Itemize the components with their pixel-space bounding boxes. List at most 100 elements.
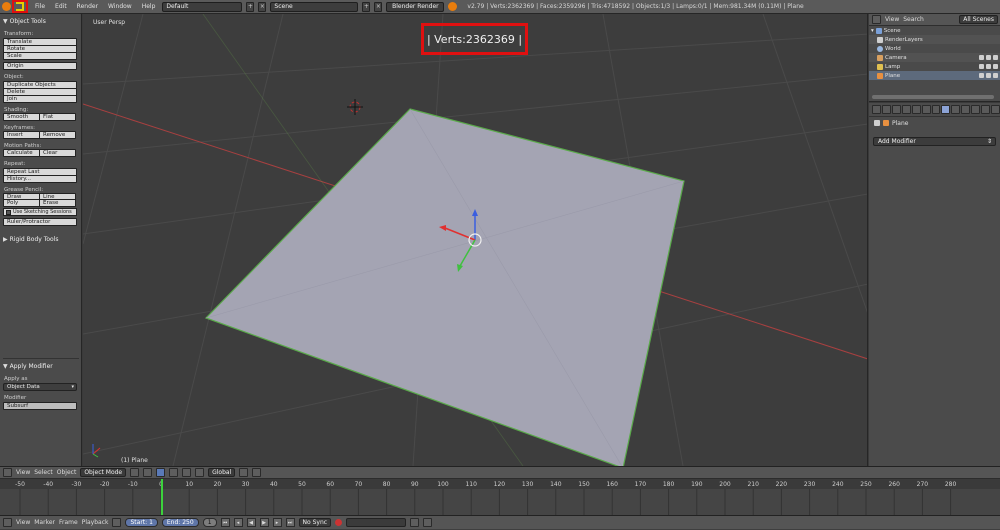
outliner-item-scene[interactable]: ▾ Scene: [869, 26, 1000, 35]
jump-end-icon[interactable]: ⏭: [285, 518, 295, 527]
ruler-protractor-button[interactable]: Ruler/Protractor: [3, 218, 77, 226]
render-engine-dropdown[interactable]: Blender Render: [386, 1, 445, 12]
viewport-canvas[interactable]: [83, 14, 868, 466]
material-tab-icon[interactable]: [961, 105, 971, 114]
translate-manipulator-icon[interactable]: [169, 468, 179, 477]
menu-edit[interactable]: Edit: [52, 3, 70, 10]
outliner-item-renderlayers[interactable]: RenderLayers: [869, 35, 1000, 44]
shading-mode-icon[interactable]: [130, 468, 140, 477]
play-reverse-icon[interactable]: ◀: [246, 518, 256, 527]
screen-layout-dropdown[interactable]: Default: [162, 1, 243, 12]
remove-scene-button[interactable]: ×: [374, 1, 383, 12]
rigid-body-panel-header[interactable]: ▶ Rigid Body Tools: [3, 234, 78, 245]
menu-file[interactable]: File: [32, 3, 48, 10]
apply-modifier-panel-header[interactable]: ▼ Apply Modifier: [3, 361, 79, 372]
timeline-scrub-area[interactable]: [0, 489, 1000, 515]
delete-keyframe-icon[interactable]: [423, 518, 433, 527]
scale-button[interactable]: Scale: [3, 52, 77, 60]
editor-type-icon[interactable]: [3, 468, 12, 477]
remove-screen-button[interactable]: ×: [258, 1, 267, 12]
remove-keyframe-button[interactable]: Remove: [39, 131, 76, 139]
insert-keyframe-icon[interactable]: [410, 518, 420, 527]
end-frame-field[interactable]: End: 250: [161, 518, 199, 527]
constraints-tab-icon[interactable]: [931, 105, 941, 114]
outliner-editor-icon[interactable]: [872, 15, 881, 24]
insert-keyframe-button[interactable]: Insert: [3, 131, 40, 139]
origin-button[interactable]: Origin: [3, 62, 77, 70]
particles-tab-icon[interactable]: [981, 105, 991, 114]
outliner-filter-dropdown[interactable]: All Scenes: [959, 15, 998, 24]
object-tools-panel-header[interactable]: ▼ Object Tools: [3, 16, 78, 27]
header-menu-select[interactable]: Select: [34, 469, 53, 476]
visibility-toggles[interactable]: [979, 64, 998, 69]
prev-keyframe-icon[interactable]: ◂: [233, 518, 243, 527]
scene-tab-icon[interactable]: [901, 105, 911, 114]
calculate-button[interactable]: Calculate: [3, 149, 40, 157]
outliner-item-plane[interactable]: Plane: [869, 71, 1000, 80]
render-layers-tab-icon[interactable]: [891, 105, 901, 114]
header-menu-view[interactable]: View: [16, 469, 30, 476]
poly-button[interactable]: Poly: [3, 199, 40, 207]
sync-dropdown[interactable]: No Sync: [298, 518, 332, 527]
timeline-menu-frame[interactable]: Frame: [59, 519, 78, 526]
menu-window[interactable]: Window: [105, 3, 135, 10]
apply-as-dropdown[interactable]: Object Data: [3, 383, 77, 391]
menu-render[interactable]: Render: [74, 3, 101, 10]
visibility-toggles[interactable]: [979, 73, 998, 78]
highlighted-editor-type[interactable]: [12, 0, 28, 13]
modifiers-tab-icon[interactable]: [941, 105, 951, 114]
timeline-ruler[interactable]: -50-40-30-20-100102030405060708090100110…: [0, 479, 1000, 515]
use-sketching-checkbox[interactable]: Use Sketching Sessions: [3, 208, 77, 216]
flat-button[interactable]: Flat: [39, 113, 76, 121]
scene-dropdown[interactable]: Scene: [270, 1, 359, 12]
header-menu-object[interactable]: Object: [57, 469, 77, 476]
timeline-canvas[interactable]: -50-40-30-20-100102030405060708090100110…: [0, 479, 1000, 515]
modifier-field[interactable]: Subsurf: [3, 402, 77, 410]
render-tab-icon[interactable]: [881, 105, 891, 114]
visibility-toggles[interactable]: [979, 55, 998, 60]
add-screen-button[interactable]: +: [246, 1, 255, 12]
plane-mesh[interactable]: [204, 108, 685, 466]
rotate-manipulator-icon[interactable]: [182, 468, 192, 477]
layers-icon[interactable]: [239, 468, 249, 477]
outliner-scrollbar[interactable]: [872, 95, 994, 99]
clear-button[interactable]: Clear: [39, 149, 76, 157]
outliner-item-world[interactable]: World: [869, 44, 1000, 53]
start-frame-field[interactable]: Start: 1: [125, 518, 158, 527]
orientation-dropdown[interactable]: Global: [208, 468, 236, 477]
manipulator-toggle-icon[interactable]: [156, 468, 166, 477]
outliner-menu-search[interactable]: Search: [903, 16, 924, 23]
properties-editor-icon[interactable]: [872, 105, 881, 114]
record-icon[interactable]: [335, 519, 343, 526]
outliner-item-lamp[interactable]: Lamp: [869, 62, 1000, 71]
pin-icon[interactable]: [874, 120, 880, 126]
add-scene-button[interactable]: +: [362, 1, 371, 12]
timeline-menu-view[interactable]: View: [16, 519, 30, 526]
physics-tab-icon[interactable]: [991, 105, 1000, 114]
history-button[interactable]: History...: [3, 175, 77, 183]
mode-dropdown[interactable]: Object Mode: [80, 468, 127, 477]
timeline-menu-marker[interactable]: Marker: [34, 519, 55, 526]
play-icon[interactable]: ▶: [259, 518, 269, 527]
editor-type-selector[interactable]: [2, 0, 28, 13]
timeline-menu-playback[interactable]: Playback: [82, 519, 109, 526]
current-frame-field[interactable]: 1: [202, 518, 217, 527]
data-tab-icon[interactable]: [951, 105, 961, 114]
3d-cursor-icon[interactable]: [347, 99, 363, 115]
timeline-editor-icon[interactable]: [3, 518, 12, 527]
3d-viewport[interactable]: User Persp (1) Plane | Verts:2362369 |: [83, 14, 868, 466]
erase-button[interactable]: Erase: [39, 199, 76, 207]
add-modifier-dropdown[interactable]: Add Modifier: [873, 137, 996, 146]
join-button[interactable]: Join: [3, 95, 77, 103]
object-tab-icon[interactable]: [921, 105, 931, 114]
snap-icon[interactable]: [252, 468, 262, 477]
jump-start-icon[interactable]: ⏮: [220, 518, 230, 527]
texture-tab-icon[interactable]: [971, 105, 981, 114]
pivot-point-icon[interactable]: [143, 468, 153, 477]
smooth-button[interactable]: Smooth: [3, 113, 40, 121]
menu-help[interactable]: Help: [139, 3, 159, 10]
scale-manipulator-icon[interactable]: [195, 468, 205, 477]
world-tab-icon[interactable]: [911, 105, 921, 114]
preview-range-icon[interactable]: [112, 518, 122, 527]
outliner-menu-view[interactable]: View: [885, 16, 899, 23]
